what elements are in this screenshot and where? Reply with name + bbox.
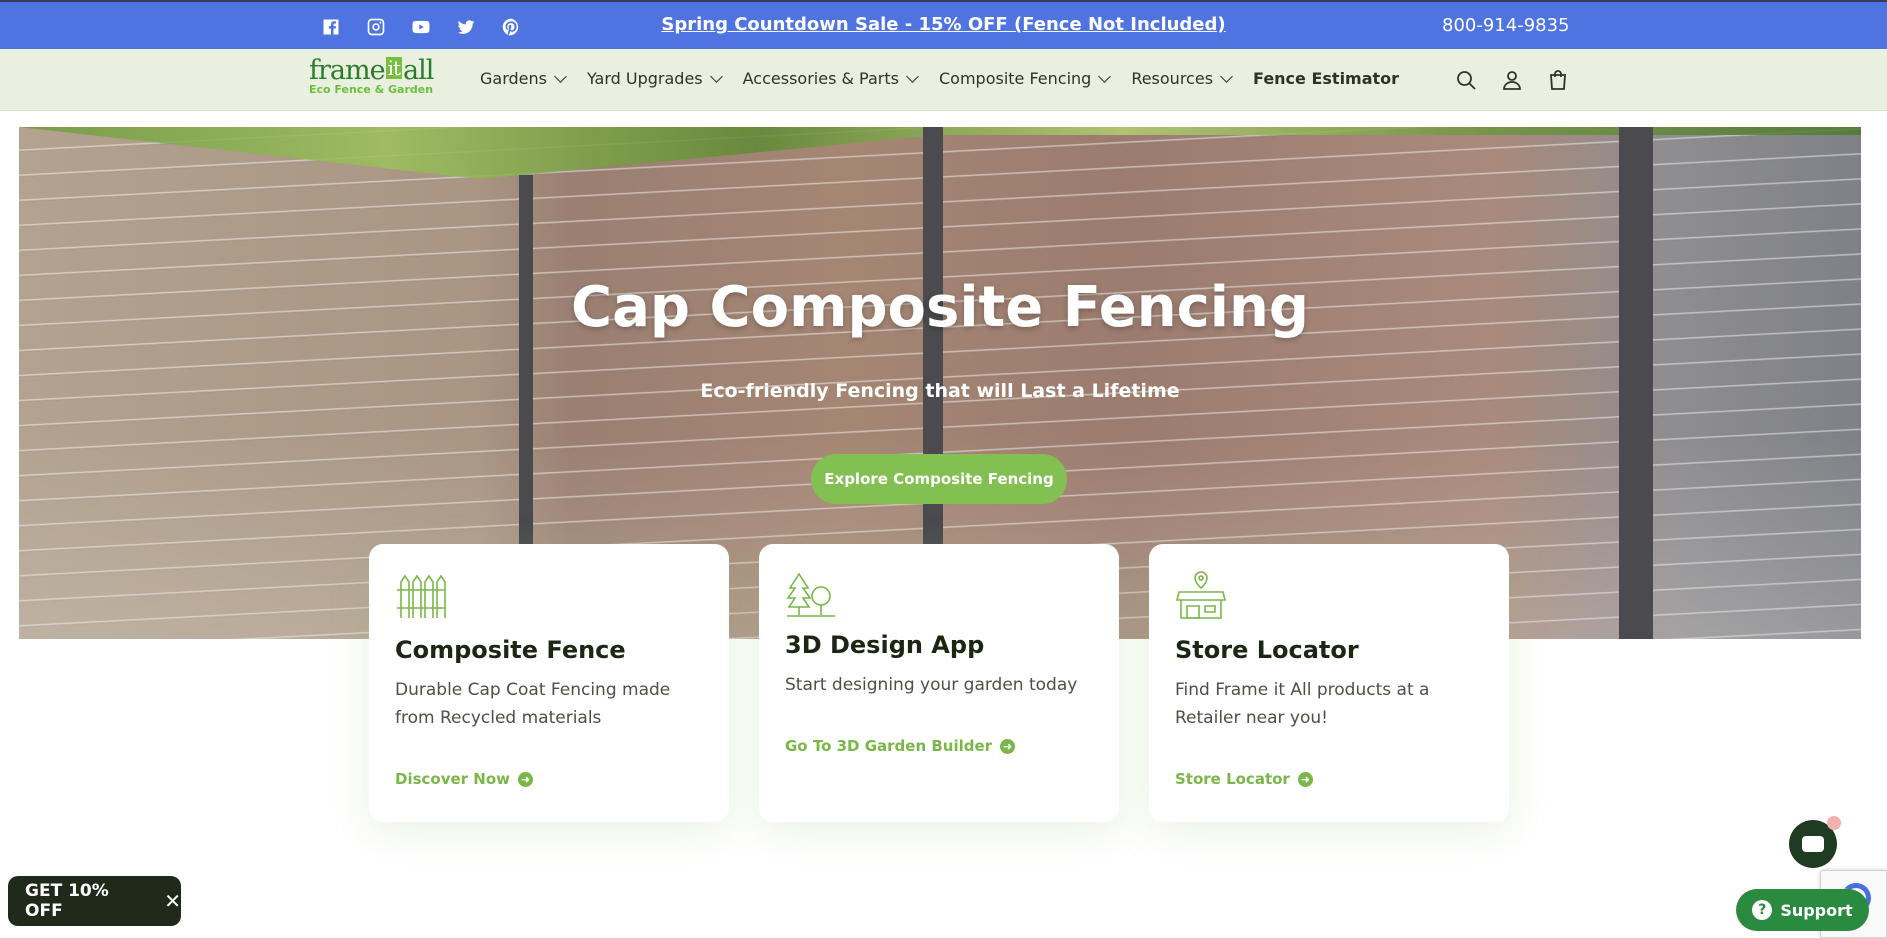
chat-icon (1802, 836, 1824, 852)
header-actions (1453, 67, 1571, 93)
chevron-down-icon (906, 69, 919, 83)
hero-title: Cap Composite Fencing (571, 275, 1309, 340)
chevron-down-icon (1220, 69, 1233, 83)
card-composite-fence: Composite Fence Durable Cap Coat Fencing… (369, 544, 729, 822)
discount-popup-tab[interactable]: GET 10% OFF ✕ (8, 876, 181, 926)
card-description: Start designing your garden today (785, 675, 1078, 695)
nav-item-composite-fencing[interactable]: Composite Fencing (939, 69, 1112, 88)
site-header: frame it all Eco Fence & Garden Gardens Ya… (0, 49, 1887, 111)
nav-item-fence-estimator[interactable]: Fence Estimator (1253, 69, 1399, 88)
garden-icon (785, 570, 837, 622)
chevron-down-icon (709, 69, 723, 83)
nav-item-resources[interactable]: Resources (1131, 69, 1233, 88)
arrow-right-icon: ➜ (518, 771, 534, 787)
card-title: Composite Fence (395, 636, 626, 664)
nav-item-yard-upgrades[interactable]: Yard Upgrades (587, 69, 723, 88)
card-store-locator: Store Locator Find Frame it All products… (1149, 544, 1509, 822)
go-to-3d-garden-builder-link[interactable]: Go To 3D Garden Builder ➜ (785, 737, 1016, 755)
close-icon[interactable]: ✕ (164, 889, 181, 913)
arrow-right-icon: ➜ (1297, 771, 1313, 787)
chevron-down-icon (1098, 69, 1112, 83)
chevron-down-icon (554, 69, 567, 83)
store-locator-link[interactable]: Store Locator ➜ (1175, 770, 1313, 788)
arrow-right-icon: ➜ (1000, 738, 1016, 754)
card-description: Durable Cap Coat Fencing made from Recyc… (395, 680, 671, 728)
cart-icon[interactable] (1545, 67, 1571, 93)
discover-now-link[interactable]: Discover Now ➜ (395, 770, 534, 788)
promo-link[interactable]: Spring Countdown Sale - 15% OFF (Fence N… (0, 14, 1887, 35)
logo-wordmark: frame it all (309, 55, 434, 86)
logo-tagline: Eco Fence & Garden (309, 83, 434, 96)
hero-subtitle: Eco-friendly Fencing that will Last a Li… (700, 380, 1180, 402)
card-3d-design-app: 3D Design App Start designing your garde… (759, 544, 1119, 822)
chat-button[interactable] (1789, 816, 1841, 868)
explore-composite-fencing-button[interactable]: Explore Composite Fencing (811, 454, 1067, 504)
fence-icon (395, 570, 447, 622)
card-title: 3D Design App (785, 631, 985, 659)
announcement-bar: Spring Countdown Sale - 15% OFF (Fence N… (0, 0, 1887, 49)
account-icon[interactable] (1499, 67, 1525, 93)
help-icon: ? (1752, 900, 1773, 920)
phone-number[interactable]: 800-914-9835 (1442, 15, 1570, 36)
card-description: Find Frame it All products at a Retailer… (1175, 680, 1430, 728)
search-icon[interactable] (1453, 67, 1479, 93)
main-nav: Gardens Yard Upgrades Accessories & Part… (480, 69, 1399, 88)
support-button[interactable]: ? Support (1736, 889, 1869, 931)
nav-item-accessories-parts[interactable]: Accessories & Parts (743, 69, 919, 88)
store-icon (1175, 570, 1227, 622)
site-logo[interactable]: frame it all Eco Fence & Garden (309, 57, 435, 103)
nav-item-gardens[interactable]: Gardens (480, 69, 567, 88)
card-title: Store Locator (1175, 636, 1359, 664)
notification-dot (1827, 816, 1841, 830)
